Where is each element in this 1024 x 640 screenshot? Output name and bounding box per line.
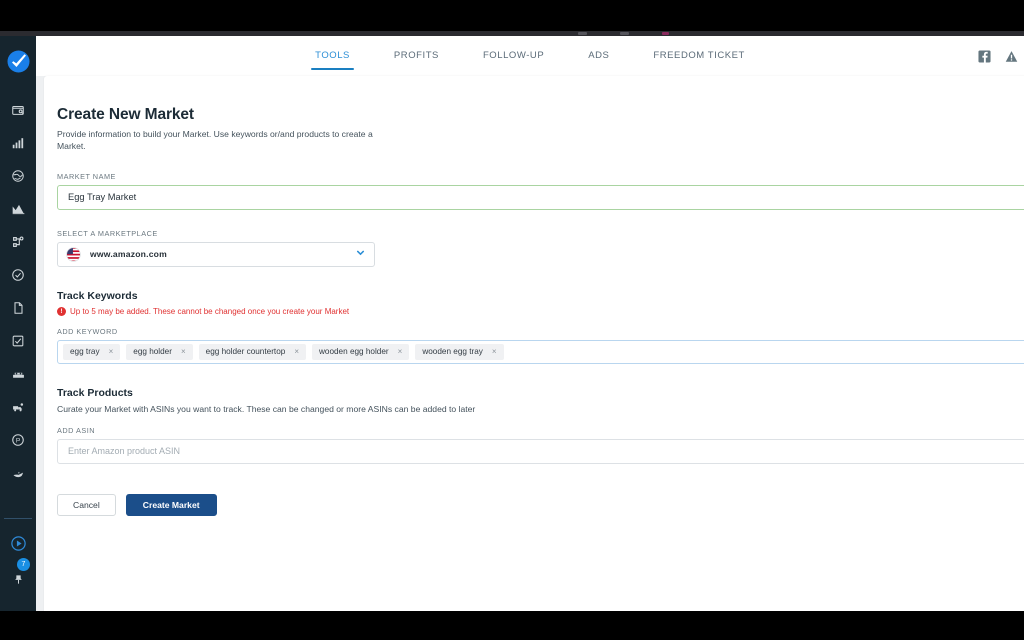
top-black-bar xyxy=(0,0,1024,31)
app-page: P 7 TOOLS PROFITS FOLLOW-UP ADS FREEDOM … xyxy=(0,36,1024,611)
track-products-heading: Track Products xyxy=(57,386,133,399)
cancel-button[interactable]: Cancel xyxy=(57,493,116,516)
svg-text:P: P xyxy=(16,437,21,444)
page-subtitle: Provide information to build your Market… xyxy=(57,129,373,152)
tab-follow-up[interactable]: FOLLOW-UP xyxy=(461,36,566,76)
facebook-icon[interactable] xyxy=(978,49,991,63)
warning-circle-icon: ! xyxy=(57,306,66,316)
remove-keyword-icon[interactable]: × xyxy=(492,347,497,356)
sidebar-item-index-checker[interactable] xyxy=(0,324,36,357)
keywords-warning: ! Up to 5 may be added. These cannot be … xyxy=(57,306,1024,316)
content-card: Create New Market Provide information to… xyxy=(44,76,1024,611)
tab-freedom-ticket[interactable]: FREEDOM TICKET xyxy=(631,36,766,76)
keywords-warning-text: Up to 5 may be added. These cannot be ch… xyxy=(70,306,350,316)
chrome-window-close-icon[interactable] xyxy=(662,32,669,35)
sidebar-item-training[interactable] xyxy=(0,526,36,561)
marketplace-label: SELECT A MARKETPLACE xyxy=(57,228,158,238)
add-keyword-label: ADD KEYWORD xyxy=(57,326,118,336)
notification-badge: 7 xyxy=(17,558,30,571)
tab-profits[interactable]: PROFITS xyxy=(372,36,461,76)
top-header: TOOLS PROFITS FOLLOW-UP ADS FREEDOM TICK… xyxy=(36,36,1024,76)
chrome-window-min-icon[interactable] xyxy=(578,32,587,35)
sidebar-item-alerts[interactable] xyxy=(0,357,36,390)
sidebar-divider xyxy=(4,518,32,519)
market-name-label: MARKET NAME xyxy=(57,171,116,181)
screenshot-root: P 7 TOOLS PROFITS FOLLOW-UP ADS FREEDOM … xyxy=(0,0,1024,640)
sidebar-item-keyword-tracker[interactable] xyxy=(0,456,36,489)
sidebar-item-refund-genie[interactable] xyxy=(0,390,36,423)
keyword-chip[interactable]: wooden egg tray × xyxy=(415,343,504,360)
sidebar-item-black-box[interactable] xyxy=(0,93,36,126)
header-right-icons xyxy=(978,36,1024,76)
keyword-chip-label: wooden egg holder xyxy=(318,347,389,357)
keyword-chip-label: wooden egg tray xyxy=(422,347,483,357)
sidebar-tool-list: P xyxy=(0,93,36,489)
sidebar-item-scribbles[interactable] xyxy=(0,258,36,291)
track-products-description: Curate your Market with ASINs you want t… xyxy=(57,403,476,414)
tab-ads[interactable]: ADS xyxy=(566,36,631,76)
track-keywords-section: Track Keywords ! Up to 5 may be added. T… xyxy=(57,290,1024,364)
keyword-chips-input[interactable]: egg tray × egg holder × egg holder count… xyxy=(57,339,1024,364)
marketplace-value: www.amazon.com xyxy=(90,249,167,260)
main-nav: TOOLS PROFITS FOLLOW-UP ADS FREEDOM TICK… xyxy=(36,36,1024,76)
sidebar-item-listing-builder[interactable] xyxy=(0,291,36,324)
sidebar-item-cerebro[interactable] xyxy=(0,159,36,192)
chrome-window-max-icon[interactable] xyxy=(620,32,629,35)
remove-keyword-icon[interactable]: × xyxy=(109,347,114,356)
keyword-chip[interactable]: egg holder countertop × xyxy=(198,343,306,360)
sidebar-item-magnet[interactable] xyxy=(0,126,36,159)
remove-keyword-icon[interactable]: × xyxy=(181,347,186,356)
keyword-chip[interactable]: egg holder × xyxy=(126,343,193,360)
keyword-chip-label: egg tray xyxy=(70,347,100,357)
remove-keyword-icon[interactable]: × xyxy=(294,347,299,356)
keyword-chip[interactable]: egg tray × xyxy=(63,343,121,360)
marketplace-group: SELECT A MARKETPLACE www.amazon.com xyxy=(57,229,1024,267)
page-title: Create New Market xyxy=(57,106,194,123)
track-products-section: Track Products Curate your Market with A… xyxy=(57,387,1024,464)
create-market-button[interactable]: Create Market xyxy=(125,493,217,516)
market-name-group: MARKET NAME xyxy=(57,172,1024,210)
us-flag-icon xyxy=(66,247,81,262)
track-keywords-heading: Track Keywords xyxy=(57,289,138,302)
remove-keyword-icon[interactable]: × xyxy=(398,347,403,356)
helium10-logo[interactable] xyxy=(7,50,30,73)
left-sidebar: P 7 xyxy=(0,36,36,611)
form-actions: Cancel Create Market xyxy=(57,493,1024,516)
asin-input[interactable] xyxy=(57,438,1024,464)
tab-tools[interactable]: TOOLS xyxy=(293,36,372,76)
chevron-down-icon[interactable] xyxy=(355,245,366,263)
alert-triangle-icon[interactable] xyxy=(1005,50,1018,63)
sidebar-item-trendster[interactable] xyxy=(0,192,36,225)
keyword-chip-label: egg holder countertop xyxy=(205,347,286,357)
sidebar-item-profits[interactable]: P xyxy=(0,423,36,456)
marketplace-select[interactable]: www.amazon.com xyxy=(57,241,375,267)
sidebar-item-frankenstein[interactable] xyxy=(0,225,36,258)
add-asin-label: ADD ASIN xyxy=(57,425,96,435)
bottom-black-bar xyxy=(0,611,1024,640)
market-name-input[interactable] xyxy=(57,184,1024,210)
keyword-chip[interactable]: wooden egg holder × xyxy=(311,343,410,360)
keyword-chip-label: egg holder xyxy=(133,347,172,357)
